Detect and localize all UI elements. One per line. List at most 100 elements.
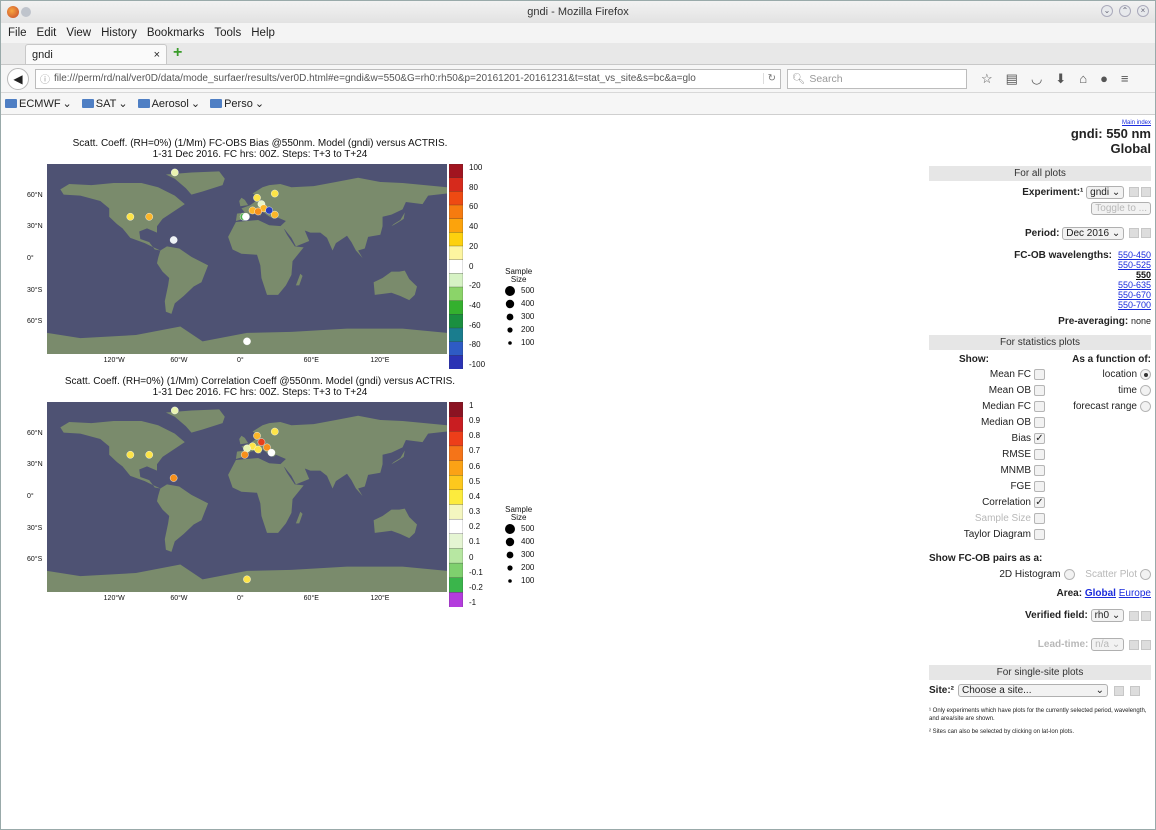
reading-list-icon[interactable]: ▤ <box>1006 71 1018 87</box>
site-marker[interactable] <box>243 337 251 346</box>
site-marker[interactable] <box>126 450 135 459</box>
star-icon[interactable]: ☆ <box>981 71 993 87</box>
show-option-checkbox[interactable] <box>1034 401 1045 412</box>
world-map[interactable] <box>47 164 447 354</box>
world-map[interactable] <box>47 402 447 592</box>
show-option-checkbox[interactable] <box>1034 481 1045 492</box>
size-legend-row: 300 <box>503 310 534 323</box>
window-menu-icon[interactable] <box>21 7 31 17</box>
site-marker[interactable] <box>170 406 179 415</box>
hamburger-menu-icon[interactable]: ≡ <box>1121 71 1129 87</box>
show-option-checkbox[interactable] <box>1034 449 1045 460</box>
back-icon[interactable]: ◀ <box>7 67 29 90</box>
next-arrow-icon[interactable] <box>1141 639 1151 650</box>
wavelength-link[interactable]: 550-700 <box>1118 300 1151 310</box>
new-tab-icon[interactable]: + <box>173 44 182 62</box>
bookmark-aerosol[interactable]: Aerosol ⌄ <box>137 97 200 110</box>
leadtime-select[interactable]: n/a ⌄ <box>1091 638 1125 652</box>
wavelength-link-current[interactable]: 550 <box>1136 270 1151 280</box>
bookmark-sat[interactable]: SAT ⌄ <box>81 97 128 110</box>
size-legend-dot <box>507 326 513 333</box>
site-marker[interactable] <box>267 448 276 457</box>
minimize-icon[interactable]: ⌄ <box>1101 5 1113 17</box>
area-europe-link[interactable]: Europe <box>1119 588 1151 599</box>
show-option-checkbox[interactable] <box>1034 385 1045 396</box>
reload-icon[interactable]: ↻ <box>762 73 776 84</box>
menu-file[interactable]: File <box>7 27 28 39</box>
wavelength-link[interactable]: 550-525 <box>1118 260 1151 270</box>
scatter-radio[interactable] <box>1140 569 1151 580</box>
site-marker[interactable] <box>270 427 279 436</box>
site-marker[interactable] <box>242 212 250 221</box>
site-marker[interactable] <box>126 212 135 221</box>
menu-edit[interactable]: Edit <box>36 27 58 39</box>
prev-arrow-icon[interactable] <box>1114 685 1124 696</box>
show-option-checkbox[interactable] <box>1034 465 1045 476</box>
site-marker[interactable] <box>169 236 178 244</box>
url-bar[interactable]: ⓘ file:///perm/rd/nal/ver0D/data/mode_su… <box>35 68 781 89</box>
show-option-checkbox[interactable] <box>1034 529 1045 540</box>
show-option-checkbox[interactable] <box>1034 417 1045 428</box>
function-option-radio[interactable] <box>1140 369 1151 380</box>
verified-select[interactable]: rh0 ⌄ <box>1090 609 1125 623</box>
next-arrow-icon[interactable] <box>1141 187 1151 198</box>
bookmark-perso[interactable]: Perso ⌄ <box>210 97 264 110</box>
prev-arrow-icon[interactable] <box>1129 610 1139 621</box>
wavelength-link[interactable]: 550-450 <box>1118 250 1151 260</box>
site-marker[interactable] <box>170 168 179 177</box>
site-marker[interactable] <box>243 444 251 453</box>
home-icon[interactable]: ⌂ <box>1079 71 1087 87</box>
experiment-select[interactable]: gndi ⌄ <box>1086 186 1125 199</box>
tab-gndi[interactable]: gndi × <box>25 44 167 64</box>
show-option-row: Mean FC <box>929 369 1045 385</box>
chat-icon[interactable]: ● <box>1100 71 1108 87</box>
show-option-checkbox[interactable]: ✓ <box>1034 497 1045 508</box>
search-input[interactable]: 🔍︎ Search <box>787 68 967 89</box>
wavelength-link[interactable]: 550-670 <box>1118 290 1151 300</box>
site-marker[interactable] <box>243 575 251 584</box>
menu-view[interactable]: View <box>65 27 92 39</box>
download-icon[interactable]: ⬇ <box>1055 71 1066 87</box>
prev-arrow-icon[interactable] <box>1129 187 1139 198</box>
site-marker[interactable] <box>240 450 249 459</box>
site-marker[interactable] <box>253 431 261 440</box>
area-label: Area: <box>1056 588 1083 600</box>
period-select[interactable]: Dec 2016 ⌄ <box>1062 227 1125 240</box>
site-marker[interactable] <box>270 189 279 198</box>
maximize-icon[interactable]: ⌃ <box>1119 5 1131 17</box>
menu-history[interactable]: History <box>100 27 138 39</box>
next-arrow-icon[interactable] <box>1130 685 1140 696</box>
menu-tools[interactable]: Tools <box>213 27 242 39</box>
site-marker[interactable] <box>254 445 262 454</box>
close-icon[interactable]: × <box>1137 5 1149 17</box>
menu-help[interactable]: Help <box>250 27 276 39</box>
site-marker[interactable] <box>169 474 178 482</box>
show-option-checkbox[interactable] <box>1034 513 1045 524</box>
menu-bookmarks[interactable]: Bookmarks <box>146 27 206 39</box>
bookmark-ecmwf[interactable]: ECMWF ⌄ <box>5 97 72 110</box>
tab-close-icon[interactable]: × <box>154 49 160 61</box>
next-arrow-icon[interactable] <box>1141 228 1151 239</box>
wavelength-link[interactable]: 550-635 <box>1118 280 1151 290</box>
url-text[interactable]: file:///perm/rd/nal/ver0D/data/mode_surf… <box>54 73 759 84</box>
show-option-checkbox[interactable] <box>1034 369 1045 380</box>
size-legend-value: 500 <box>521 524 535 533</box>
pocket-icon[interactable]: ◡ <box>1031 71 1042 87</box>
site-marker[interactable] <box>253 193 261 202</box>
site-marker[interactable] <box>257 438 266 446</box>
prev-arrow-icon[interactable] <box>1129 639 1139 650</box>
function-option-radio[interactable] <box>1140 401 1151 412</box>
toggle-button[interactable]: Toggle to ... <box>1091 202 1151 215</box>
show-option-checkbox[interactable]: ✓ <box>1034 433 1045 444</box>
histogram-radio[interactable] <box>1063 569 1075 580</box>
site-marker[interactable] <box>145 450 154 459</box>
prev-arrow-icon[interactable] <box>1129 228 1139 239</box>
site-marker[interactable] <box>145 212 154 221</box>
site-marker[interactable] <box>254 207 262 216</box>
site-marker[interactable] <box>270 210 279 219</box>
next-arrow-icon[interactable] <box>1141 610 1151 621</box>
site-select[interactable]: Choose a site... ⌄ <box>958 684 1108 698</box>
function-option-radio[interactable] <box>1140 385 1151 396</box>
info-icon[interactable]: ⓘ <box>40 71 50 86</box>
area-global-link[interactable]: Global <box>1085 588 1116 599</box>
